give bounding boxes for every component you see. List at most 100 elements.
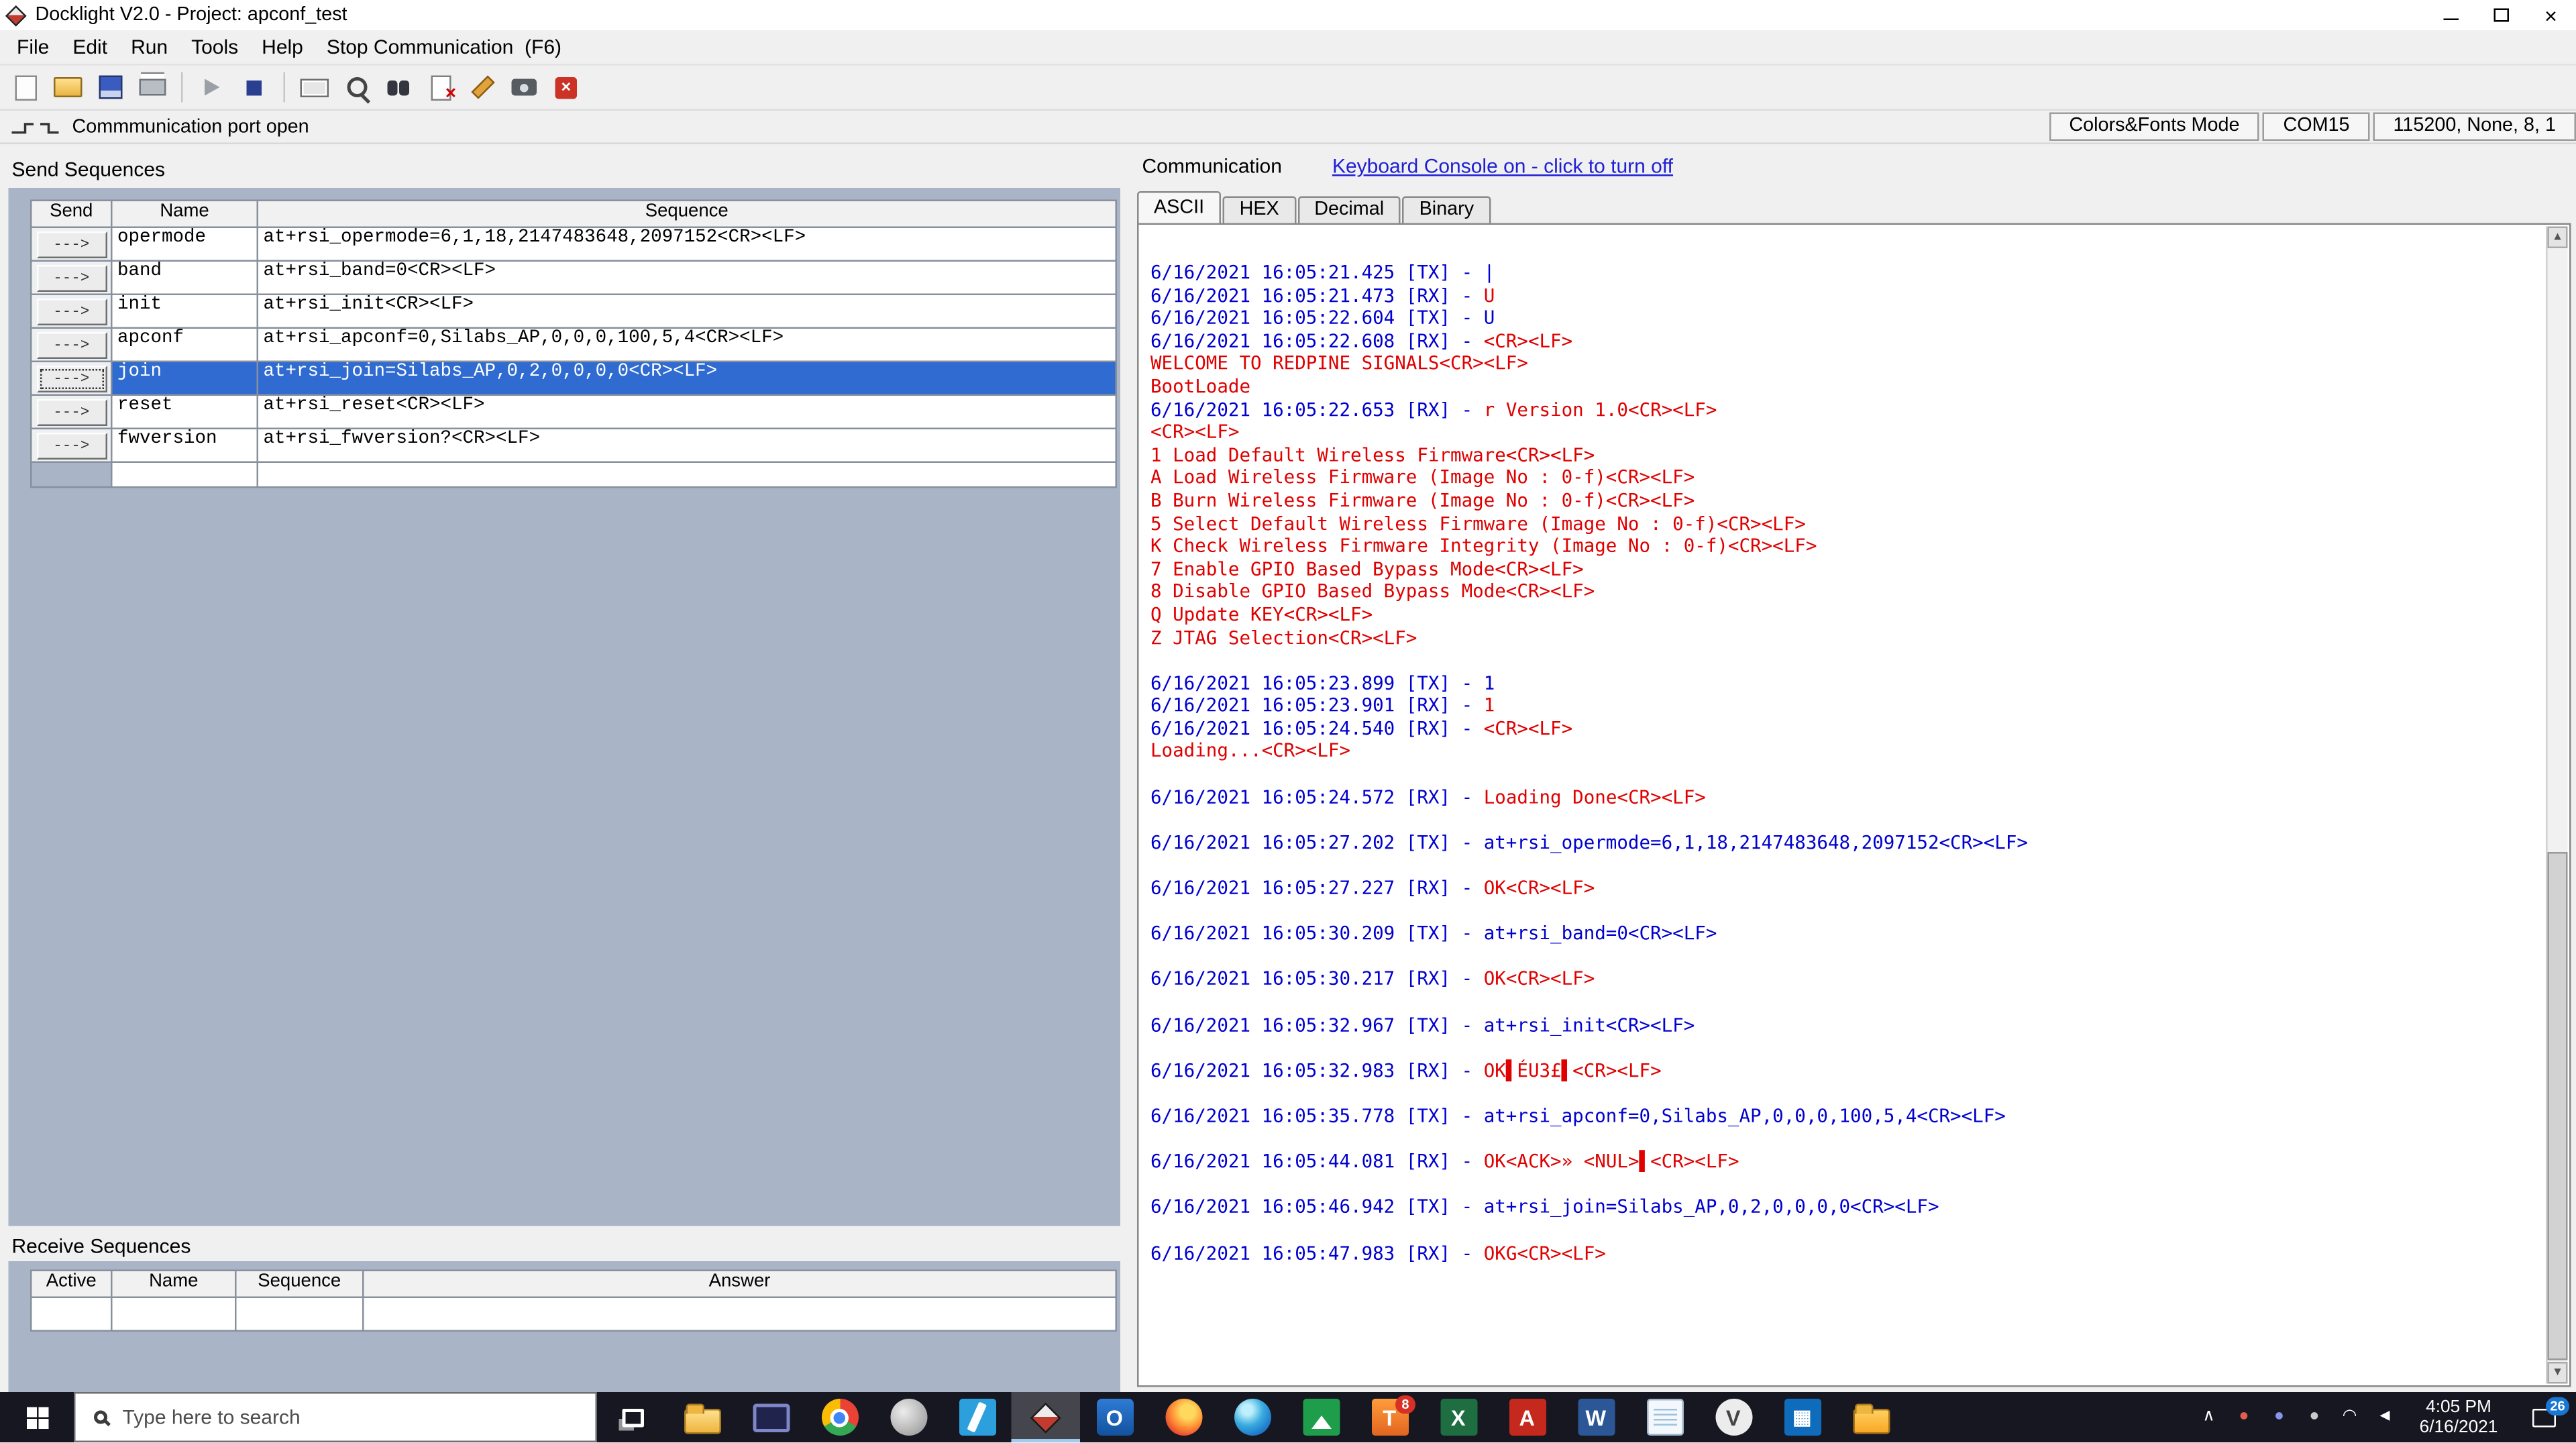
snapshot-button[interactable]	[505, 70, 544, 105]
sequence-name-reset[interactable]: reset	[112, 396, 258, 429]
new-button[interactable]	[7, 70, 46, 105]
scroll-up-button[interactable]: ▲	[2547, 226, 2568, 248]
taskbar-app-file-explorer[interactable]	[667, 1393, 737, 1443]
edit-seq-button[interactable]	[463, 70, 502, 105]
taskbar-app-docklight[interactable]	[1011, 1392, 1080, 1443]
send-button-band[interactable]: --->	[36, 264, 107, 291]
task-view-button[interactable]	[597, 1393, 667, 1443]
taskbar-app-monitor-app[interactable]	[737, 1393, 806, 1443]
print-button[interactable]	[133, 70, 172, 105]
hidden-icons-chevron-icon[interactable]: ∧	[2192, 1393, 2226, 1443]
taskbar-app-acrobat[interactable]: A	[1493, 1393, 1562, 1443]
search-input[interactable]	[122, 1405, 525, 1430]
send-button-init[interactable]: --->	[36, 297, 107, 325]
maximize-button[interactable]	[2475, 0, 2526, 30]
receive-empty-cell[interactable]	[236, 1298, 364, 1332]
sequence-name-band[interactable]: band	[112, 262, 258, 295]
taskbar-app-snipping[interactable]	[1287, 1393, 1356, 1443]
taskbar-app-teraterm[interactable]: T8	[1355, 1393, 1424, 1443]
tray-app-gray-icon[interactable]: ●	[2298, 1393, 2331, 1443]
tab-decimal[interactable]: Decimal	[1297, 196, 1401, 223]
taskbar-app-outlook[interactable]: O	[1080, 1393, 1149, 1443]
find-button[interactable]	[379, 70, 418, 105]
receive-empty-cell[interactable]	[364, 1298, 1117, 1332]
start-button[interactable]	[0, 1393, 74, 1443]
open-button[interactable]	[49, 70, 88, 105]
sequence-value-opermode[interactable]: at+rsi_opermode=6,1,18,2147483648,209715…	[258, 228, 1117, 262]
taskbar-app-notepad[interactable]	[1630, 1393, 1699, 1443]
settings-button[interactable]	[295, 70, 334, 105]
menu-tools[interactable]: Tools	[180, 32, 250, 62]
log-line: 1 Load Default Wireless Firmware<CR><LF>	[1150, 443, 1595, 466]
taskbar-app-word[interactable]: W	[1562, 1393, 1631, 1443]
port-settings-box[interactable]: 115200, None, 8, 1	[2373, 112, 2576, 141]
colors-fonts-mode-box[interactable]: Colors&Fonts Mode	[2049, 112, 2260, 141]
close-button[interactable]: ×	[2526, 0, 2576, 30]
scroll-thumb[interactable]	[2547, 851, 2568, 1361]
sequence-value-init[interactable]: at+rsi_init<CR><LF>	[258, 295, 1117, 329]
taskbar-app-firefox[interactable]	[1149, 1393, 1218, 1443]
action-center-button[interactable]: 26	[2512, 1393, 2576, 1443]
log-line: 6/16/2021 16:05:24.540 [RX] - <CR><LF>	[1150, 717, 1573, 740]
sequence-value-reset[interactable]: at+rsi_reset<CR><LF>	[258, 396, 1117, 429]
scroll-down-button[interactable]: ▼	[2547, 1362, 2568, 1385]
menu-run[interactable]: Run	[119, 32, 180, 62]
sequence-value-fwversion[interactable]: at+rsi_fwversion?<CR><LF>	[258, 429, 1117, 463]
send-button-opermode[interactable]: --->	[36, 230, 107, 258]
menu-file[interactable]: File	[5, 32, 61, 62]
send-button-fwversion[interactable]: --->	[36, 431, 107, 459]
send-button-reset[interactable]: --->	[36, 398, 107, 425]
taskbar-app-v-app[interactable]: V	[1699, 1393, 1768, 1443]
volume-icon[interactable]: ◄	[2368, 1393, 2402, 1443]
send-button-join[interactable]: --->	[36, 364, 107, 392]
comm-error-button[interactable]	[547, 70, 586, 105]
tab-hex[interactable]: HEX	[1222, 196, 1296, 223]
sequence-name-init[interactable]: init	[112, 295, 258, 329]
minimize-button[interactable]	[2425, 0, 2475, 30]
taskbar-app-vscode[interactable]	[943, 1393, 1012, 1443]
monitor-button[interactable]	[337, 70, 376, 105]
menu-help[interactable]: Help	[250, 32, 315, 62]
log-scrollbar[interactable]: ▲ ▼	[2546, 226, 2568, 1385]
send-button-apconf[interactable]: --->	[36, 331, 107, 358]
taskbar-app-gray-app[interactable]	[874, 1393, 943, 1443]
tab-ascii[interactable]: ASCII	[1137, 191, 1222, 223]
sequence-name-opermode[interactable]: opermode	[112, 228, 258, 262]
log-line: 6/16/2021 16:05:22.608 [RX] - <CR><LF>	[1150, 329, 1573, 352]
sequence-name-fwversion[interactable]: fwversion	[112, 429, 258, 463]
taskbar-clock[interactable]: 4:05 PM 6/16/2021	[2405, 1393, 2512, 1443]
com-port-box[interactable]: COM15	[2263, 112, 2370, 141]
receive-empty-cell[interactable]	[32, 1298, 113, 1332]
start-comm-button[interactable]	[193, 70, 232, 105]
sequence-name-apconf[interactable]: apconf	[112, 329, 258, 362]
taskbar-search[interactable]	[74, 1392, 597, 1443]
new-sequence-value[interactable]	[258, 463, 1117, 488]
menu-edit[interactable]: Edit	[61, 32, 119, 62]
tray-app-purple-icon[interactable]: ●	[2263, 1393, 2296, 1443]
clear-button[interactable]	[421, 70, 460, 105]
receive-empty-cell[interactable]	[112, 1298, 237, 1332]
keyboard-console-link[interactable]: Keyboard Console on - click to turn off	[1332, 154, 1673, 178]
save-button[interactable]	[91, 70, 129, 105]
communication-log[interactable]: 6/16/2021 16:05:21.425 [TX] - | 6/16/2021…	[1137, 223, 2571, 1388]
taskbar-app-chrome[interactable]	[805, 1393, 874, 1443]
tray-app-red-icon[interactable]: ●	[2227, 1393, 2261, 1443]
network-icon[interactable]: ◠	[2333, 1393, 2367, 1443]
taskbar-app-excel[interactable]: X	[1424, 1393, 1493, 1443]
stop-comm-button[interactable]	[235, 70, 274, 105]
tab-binary[interactable]: Binary	[1402, 196, 1491, 223]
log-line: 6/16/2021 16:05:46.942 [TX] - at+rsi_joi…	[1150, 1196, 1939, 1218]
column-header-active: Active	[32, 1271, 113, 1298]
taskbar-app-folder2[interactable]	[1837, 1393, 1906, 1443]
taskbar-app-calculator[interactable]: ▦	[1768, 1393, 1837, 1443]
sequence-value-join[interactable]: at+rsi_join=Silabs_AP,0,2,0,0,0,0<CR><LF…	[258, 362, 1117, 396]
sequence-value-band[interactable]: at+rsi_band=0<CR><LF>	[258, 262, 1117, 295]
taskbar-app-edge[interactable]	[1218, 1393, 1287, 1443]
log-line: 6/16/2021 16:05:32.983 [RX] - OK▌ÉU3£▌<C…	[1150, 1059, 1662, 1081]
sequence-value-apconf[interactable]: at+rsi_apconf=0,Silabs_AP,0,0,0,100,5,4<…	[258, 329, 1117, 362]
menu-stop-communication[interactable]: Stop Communication (F6)	[315, 32, 573, 62]
new-sequence-name[interactable]	[112, 463, 258, 488]
sequence-name-join[interactable]: join	[112, 362, 258, 396]
